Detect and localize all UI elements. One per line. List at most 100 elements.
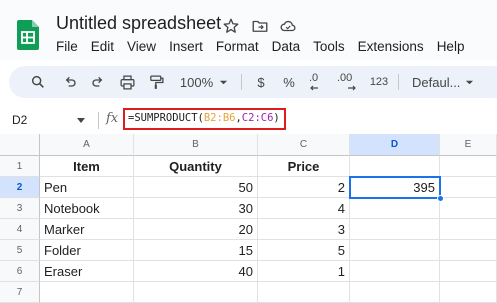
chevron-down-icon bbox=[466, 80, 474, 84]
search-menus-button[interactable] bbox=[27, 66, 49, 98]
menu-file[interactable]: File bbox=[56, 39, 78, 54]
row-header-1[interactable]: 1 bbox=[0, 156, 40, 177]
formula-function: =SUMPRODUCT( bbox=[128, 112, 204, 124]
column-header-e[interactable]: E bbox=[440, 134, 497, 156]
cell-e4[interactable] bbox=[440, 219, 497, 240]
row-header-3[interactable]: 3 bbox=[0, 198, 40, 219]
cell-a3[interactable]: Notebook bbox=[40, 198, 134, 219]
menu-extensions[interactable]: Extensions bbox=[358, 39, 424, 54]
row-header-2[interactable]: 2 bbox=[0, 177, 40, 198]
currency-label: $ bbox=[257, 74, 265, 90]
toolbar-divider bbox=[398, 74, 399, 90]
cell-e6[interactable] bbox=[440, 261, 497, 282]
cell-b5[interactable]: 15 bbox=[134, 240, 258, 261]
decrease-decimal-button[interactable]: .0 bbox=[306, 66, 328, 98]
cell-b6[interactable]: 40 bbox=[134, 261, 258, 282]
column-header-a[interactable]: A bbox=[40, 134, 134, 156]
zoom-select[interactable]: 100% bbox=[175, 66, 233, 98]
percent-label: % bbox=[283, 74, 295, 90]
cell-a4[interactable]: Marker bbox=[40, 219, 134, 240]
cell-a5[interactable]: Folder bbox=[40, 240, 134, 261]
row-header-7[interactable]: 7 bbox=[0, 282, 40, 303]
cell-b2[interactable]: 50 bbox=[134, 177, 258, 198]
menu-tools[interactable]: Tools bbox=[313, 39, 345, 54]
fill-handle[interactable] bbox=[437, 195, 444, 202]
column-header-c[interactable]: C bbox=[258, 134, 350, 156]
cell-e1[interactable] bbox=[440, 156, 497, 177]
formula-input[interactable]: =SUMPRODUCT(B2:B6,C2:C6) bbox=[123, 108, 286, 130]
cell-d6[interactable] bbox=[350, 261, 440, 282]
cell-b7[interactable] bbox=[134, 282, 258, 303]
row-header-5[interactable]: 5 bbox=[0, 240, 40, 261]
print-button[interactable] bbox=[116, 66, 138, 98]
cell-d5[interactable] bbox=[350, 240, 440, 261]
name-box[interactable]: D2 bbox=[12, 113, 27, 127]
undo-button[interactable] bbox=[59, 66, 81, 98]
row-header-4[interactable]: 4 bbox=[0, 219, 40, 240]
cell-a6[interactable]: Eraser bbox=[40, 261, 134, 282]
cloud-status-icon[interactable] bbox=[279, 17, 297, 35]
cell-e3[interactable] bbox=[440, 198, 497, 219]
cell-e5[interactable] bbox=[440, 240, 497, 261]
cell-c7[interactable] bbox=[258, 282, 350, 303]
zoom-value: 100% bbox=[179, 74, 214, 90]
currency-format-button[interactable]: $ bbox=[251, 66, 271, 98]
select-all-corner[interactable] bbox=[0, 134, 40, 156]
cell-b3[interactable]: 30 bbox=[134, 198, 258, 219]
cell-d2[interactable]: 395 bbox=[350, 177, 440, 198]
chevron-down-icon bbox=[220, 80, 228, 84]
cell-d1[interactable] bbox=[350, 156, 440, 177]
menu-help[interactable]: Help bbox=[437, 39, 465, 54]
font-family-label: Defaul... bbox=[412, 74, 461, 90]
number-format-button[interactable]: 123 bbox=[367, 66, 391, 98]
cell-c5[interactable]: 5 bbox=[258, 240, 350, 261]
menu-edit[interactable]: Edit bbox=[91, 39, 114, 54]
cell-a7[interactable] bbox=[40, 282, 134, 303]
undo-icon bbox=[65, 76, 76, 87]
cell-e7[interactable] bbox=[440, 282, 497, 303]
percent-format-button[interactable]: % bbox=[279, 66, 299, 98]
cell-b4[interactable]: 20 bbox=[134, 219, 258, 240]
cell-a1[interactable]: Item bbox=[40, 156, 134, 177]
search-icon bbox=[31, 75, 44, 88]
move-folder-icon[interactable] bbox=[251, 17, 269, 35]
font-family-select[interactable]: Defaul... bbox=[412, 66, 487, 98]
number-format-label: 123 bbox=[369, 76, 389, 88]
increase-decimal-button[interactable]: .00 bbox=[332, 66, 362, 98]
cell-c4[interactable]: 3 bbox=[258, 219, 350, 240]
cell-d3[interactable] bbox=[350, 198, 440, 219]
cell-b1[interactable]: Quantity bbox=[134, 156, 258, 177]
column-header-b[interactable]: B bbox=[134, 134, 258, 156]
cell-a2[interactable]: Pen bbox=[40, 177, 134, 198]
cell-c3[interactable]: 4 bbox=[258, 198, 350, 219]
toolbar-divider bbox=[241, 74, 242, 90]
cell-d7[interactable] bbox=[350, 282, 440, 303]
spreadsheet-grid: A B C D E 1 2 3 4 5 6 7 Item Quantity Pr… bbox=[0, 134, 497, 303]
sheets-logo-icon[interactable] bbox=[17, 20, 39, 50]
cell-d4[interactable] bbox=[350, 219, 440, 240]
formula-bar-divider bbox=[98, 112, 99, 129]
cell-c2[interactable]: 2 bbox=[258, 177, 350, 198]
document-title[interactable]: Untitled spreadsheet bbox=[56, 13, 221, 34]
menu-view[interactable]: View bbox=[127, 39, 156, 54]
print-icon bbox=[119, 74, 135, 90]
row-header-6[interactable]: 6 bbox=[0, 261, 40, 282]
redo-icon bbox=[92, 76, 103, 87]
cell-c6[interactable]: 1 bbox=[258, 261, 350, 282]
menu-bar: File Edit View Insert Format Data Tools … bbox=[56, 39, 477, 54]
star-icon[interactable] bbox=[222, 17, 240, 35]
cell-c1[interactable]: Price bbox=[258, 156, 350, 177]
decrease-decimal-label: .0 bbox=[309, 72, 319, 84]
cell-e2[interactable] bbox=[440, 177, 497, 198]
toolbar: 100% $ % .0 .00 123 Defaul... bbox=[9, 66, 497, 98]
redo-button[interactable] bbox=[87, 66, 109, 98]
chevron-down-icon[interactable] bbox=[77, 118, 85, 124]
menu-data[interactable]: Data bbox=[272, 39, 301, 54]
menu-insert[interactable]: Insert bbox=[169, 39, 203, 54]
formula-close-paren: ) bbox=[273, 112, 280, 124]
title-bar: Untitled spreadsheet File Edit View Inse… bbox=[0, 0, 497, 60]
menu-format[interactable]: Format bbox=[216, 39, 259, 54]
paint-format-button[interactable] bbox=[145, 66, 167, 98]
decrease-decimal-icon: .0 bbox=[307, 72, 327, 92]
column-header-d[interactable]: D bbox=[350, 134, 440, 156]
